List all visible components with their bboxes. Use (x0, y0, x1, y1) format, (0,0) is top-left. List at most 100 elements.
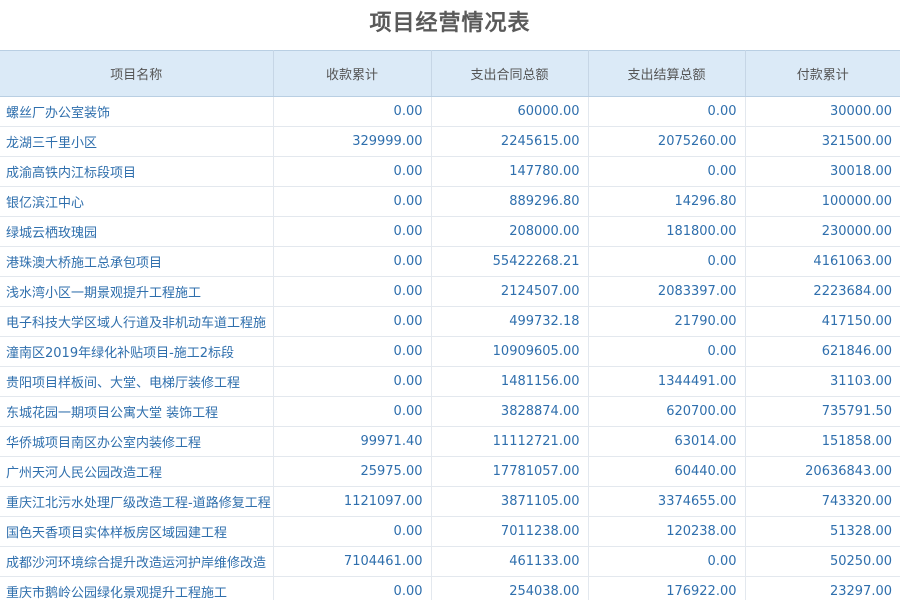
table-row[interactable]: 东城花园一期项目公寓大堂 装饰工程 0.00 3828874.00 620700.00… (0, 396, 900, 427)
settlement-expense-total-cell: 0.00 (588, 546, 746, 577)
contract-expense-total-cell: 60000.00 (431, 96, 589, 127)
payment-total-cell: 31103.00 (745, 366, 900, 397)
project-name-cell[interactable]: 成都沙河环境综合提升改造运河护岸维修改造 (0, 546, 274, 577)
project-name-cell[interactable]: 重庆江北污水处理厂级改造工程-道路修复工程 (0, 486, 274, 517)
payment-total-cell: 51328.00 (745, 516, 900, 547)
received-total-cell: 0.00 (273, 336, 432, 367)
payment-total-cell: 417150.00 (745, 306, 900, 337)
settlement-expense-total-cell: 14296.80 (588, 186, 746, 217)
settlement-expense-total-cell: 1344491.00 (588, 366, 746, 397)
received-total-cell: 0.00 (273, 156, 432, 187)
project-name-cell[interactable]: 浅水湾小区一期景观提升工程施工 (0, 276, 274, 307)
settlement-expense-total-cell: 120238.00 (588, 516, 746, 547)
payment-total-cell: 2223684.00 (745, 276, 900, 307)
contract-expense-total-cell: 2245615.00 (431, 126, 589, 157)
contract-expense-total-cell: 499732.18 (431, 306, 589, 337)
received-total-cell: 0.00 (273, 276, 432, 307)
page-title: 项目经营情况表 (369, 11, 531, 36)
payment-total-cell: 321500.00 (745, 126, 900, 157)
project-name-cell[interactable]: 国色天香项目实体样板房区域园建工程 (0, 516, 274, 547)
project-name-cell[interactable]: 成渝高铁内江标段项目 (0, 156, 274, 187)
payment-total-cell: 4161063.00 (745, 246, 900, 277)
column-header-received-total[interactable]: 收款累计 (273, 50, 432, 97)
project-name-cell[interactable]: 螺丝厂办公室装饰 (0, 96, 274, 127)
project-name-cell[interactable]: 东城花园一期项目公寓大堂 装饰工程 (0, 396, 274, 427)
table-row[interactable]: 港珠澳大桥施工总承包项目 0.00 55422268.21 0.00 4161063.0… (0, 246, 900, 277)
column-header-payment-total[interactable]: 付款累计 (745, 50, 900, 97)
project-name-cell[interactable]: 贵阳项目样板间、大堂、电梯厅装修工程 (0, 366, 274, 397)
table-row[interactable]: 国色天香项目实体样板房区域园建工程 0.00 7011238.00 120238.00… (0, 516, 900, 547)
received-total-cell: 0.00 (273, 246, 432, 277)
table-row[interactable]: 银亿滨江中心 0.00 889296.80 14296.80 100000.00 (0, 186, 900, 217)
contract-expense-total-cell: 3871105.00 (431, 486, 589, 517)
contract-expense-total-cell: 147780.00 (431, 156, 589, 187)
table-row[interactable]: 电子科技大学区域人行道及非机动车道工程施 0.00 499732.18 21790.0… (0, 306, 900, 337)
payment-total-cell: 30018.00 (745, 156, 900, 187)
received-total-cell: 0.00 (273, 216, 432, 247)
report-page: 项目经营情况表 项目名称 收款累计 支出合同总额 支出结算总额 付款累计 螺丝厂… (0, 0, 900, 600)
received-total-cell: 0.00 (273, 96, 432, 127)
settlement-expense-total-cell: 0.00 (588, 156, 746, 187)
received-total-cell: 0.00 (273, 306, 432, 337)
received-total-cell: 0.00 (273, 366, 432, 397)
table-row[interactable]: 浅水湾小区一期景观提升工程施工 0.00 2124507.00 2083397.00 2… (0, 276, 900, 307)
received-total-cell: 0.00 (273, 396, 432, 427)
contract-expense-total-cell: 889296.80 (431, 186, 589, 217)
settlement-expense-total-cell: 21790.00 (588, 306, 746, 337)
table-row[interactable]: 重庆江北污水处理厂级改造工程-道路修复工程 1121097.00 3871105.0… (0, 486, 900, 517)
payment-total-cell: 621846.00 (745, 336, 900, 367)
settlement-expense-total-cell: 0.00 (588, 246, 746, 277)
contract-expense-total-cell: 461133.00 (431, 546, 589, 577)
project-operations-table: 项目名称 收款累计 支出合同总额 支出结算总额 付款累计 螺丝厂办公室装饰 0.0… (0, 50, 900, 600)
project-name-cell[interactable]: 港珠澳大桥施工总承包项目 (0, 246, 274, 277)
table-row[interactable]: 广州天河人民公园改造工程 25975.00 17781057.00 60440.00 2… (0, 456, 900, 487)
project-name-cell[interactable]: 银亿滨江中心 (0, 186, 274, 217)
contract-expense-total-cell: 2124507.00 (431, 276, 589, 307)
table-row[interactable]: 螺丝厂办公室装饰 0.00 60000.00 0.00 30000.00 (0, 96, 900, 127)
settlement-expense-total-cell: 3374655.00 (588, 486, 746, 517)
project-name-cell[interactable]: 华侨城项目南区办公室内装修工程 (0, 426, 274, 457)
table-row[interactable]: 龙湖三千里小区 329999.00 2245615.00 2075260.00 3215… (0, 126, 900, 157)
table-row[interactable]: 成渝高铁内江标段项目 0.00 147780.00 0.00 30018.00 (0, 156, 900, 187)
table-header: 项目名称 收款累计 支出合同总额 支出结算总额 付款累计 (0, 50, 900, 97)
settlement-expense-total-cell: 0.00 (588, 96, 746, 127)
table-row[interactable]: 贵阳项目样板间、大堂、电梯厅装修工程 0.00 1481156.00 1344491.… (0, 366, 900, 397)
project-name-cell[interactable]: 龙湖三千里小区 (0, 126, 274, 157)
received-total-cell: 0.00 (273, 576, 432, 600)
table-row[interactable]: 华侨城项目南区办公室内装修工程 99971.40 11112721.00 63014.… (0, 426, 900, 457)
contract-expense-total-cell: 10909605.00 (431, 336, 589, 367)
contract-expense-total-cell: 11112721.00 (431, 426, 589, 457)
contract-expense-total-cell: 208000.00 (431, 216, 589, 247)
received-total-cell: 329999.00 (273, 126, 432, 157)
payment-total-cell: 735791.50 (745, 396, 900, 427)
column-header-contract-expense-total[interactable]: 支出合同总额 (431, 50, 589, 97)
column-header-settlement-expense-total[interactable]: 支出结算总额 (588, 50, 746, 97)
payment-total-cell: 50250.00 (745, 546, 900, 577)
payment-total-cell: 100000.00 (745, 186, 900, 217)
project-name-cell[interactable]: 电子科技大学区域人行道及非机动车道工程施 (0, 306, 274, 337)
payment-total-cell: 20636843.00 (745, 456, 900, 487)
contract-expense-total-cell: 17781057.00 (431, 456, 589, 487)
table-body: 螺丝厂办公室装饰 0.00 60000.00 0.00 30000.00 龙湖三千里小区 3… (0, 96, 900, 600)
project-name-cell[interactable]: 广州天河人民公园改造工程 (0, 456, 274, 487)
table-row[interactable]: 绿城云栖玫瑰园 0.00 208000.00 181800.00 230000.00 (0, 216, 900, 247)
project-name-cell[interactable]: 潼南区2019年绿化补贴项目-施工2标段 (0, 336, 274, 367)
table-row[interactable]: 潼南区2019年绿化补贴项目-施工2标段 0.00 10909605.00 0.00 6… (0, 336, 900, 367)
table-row[interactable]: 重庆市鹅岭公园绿化景观提升工程施工 0.00 254038.00 176922.00 2… (0, 576, 900, 600)
settlement-expense-total-cell: 2075260.00 (588, 126, 746, 157)
received-total-cell: 1121097.00 (273, 486, 432, 517)
received-total-cell: 25975.00 (273, 456, 432, 487)
contract-expense-total-cell: 55422268.21 (431, 246, 589, 277)
column-header-project-name[interactable]: 项目名称 (0, 50, 274, 97)
received-total-cell: 99971.40 (273, 426, 432, 457)
project-name-cell[interactable]: 重庆市鹅岭公园绿化景观提升工程施工 (0, 576, 274, 600)
settlement-expense-total-cell: 0.00 (588, 336, 746, 367)
settlement-expense-total-cell: 620700.00 (588, 396, 746, 427)
project-name-cell[interactable]: 绿城云栖玫瑰园 (0, 216, 274, 247)
payment-total-cell: 23297.00 (745, 576, 900, 600)
table-row[interactable]: 成都沙河环境综合提升改造运河护岸维修改造 7104461.00 461133.00 0… (0, 546, 900, 577)
settlement-expense-total-cell: 63014.00 (588, 426, 746, 457)
received-total-cell: 0.00 (273, 516, 432, 547)
settlement-expense-total-cell: 60440.00 (588, 456, 746, 487)
received-total-cell: 7104461.00 (273, 546, 432, 577)
